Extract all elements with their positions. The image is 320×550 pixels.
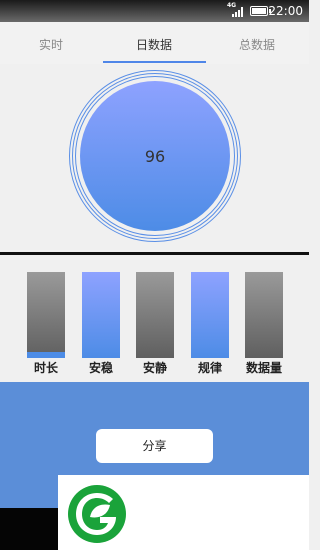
tab-total[interactable]: 总数据: [239, 36, 275, 53]
tab-realtime[interactable]: 实时: [39, 36, 63, 53]
score-circle: 96: [80, 81, 230, 231]
bar-label-quiet: 安静: [142, 361, 167, 375]
tab-daily[interactable]: 日数据: [136, 36, 172, 53]
bar-label-stability: 安稳: [88, 361, 113, 375]
logo-card: [58, 475, 309, 550]
leaf-logo-icon: [68, 485, 126, 543]
bar-stability: [82, 272, 120, 358]
bar-label-data-volume: 数据量: [245, 361, 282, 375]
bar-regularity: [191, 272, 229, 358]
share-button[interactable]: 分享: [96, 429, 213, 463]
status-bar: 4G 22:00: [0, 0, 309, 22]
tab-bar: 实时 日数据 总数据: [0, 22, 309, 64]
bar-data-volume: [245, 272, 283, 358]
bar-duration: [27, 272, 65, 358]
bar-label-duration: 时长: [33, 361, 58, 375]
signal-icon: [232, 7, 244, 17]
battery-icon: [250, 6, 271, 16]
bar-quiet: [136, 272, 174, 358]
bar-label-regularity: 规律: [197, 361, 222, 375]
metrics-bars: 时长 安稳 安静 规律 数据量: [0, 255, 309, 382]
bar-duration-fill: [27, 351, 65, 358]
score-value: 96: [144, 147, 166, 166]
score-gauge: 96: [0, 64, 309, 252]
status-time: 22:00: [268, 4, 303, 18]
tab-indicator: [103, 61, 206, 63]
